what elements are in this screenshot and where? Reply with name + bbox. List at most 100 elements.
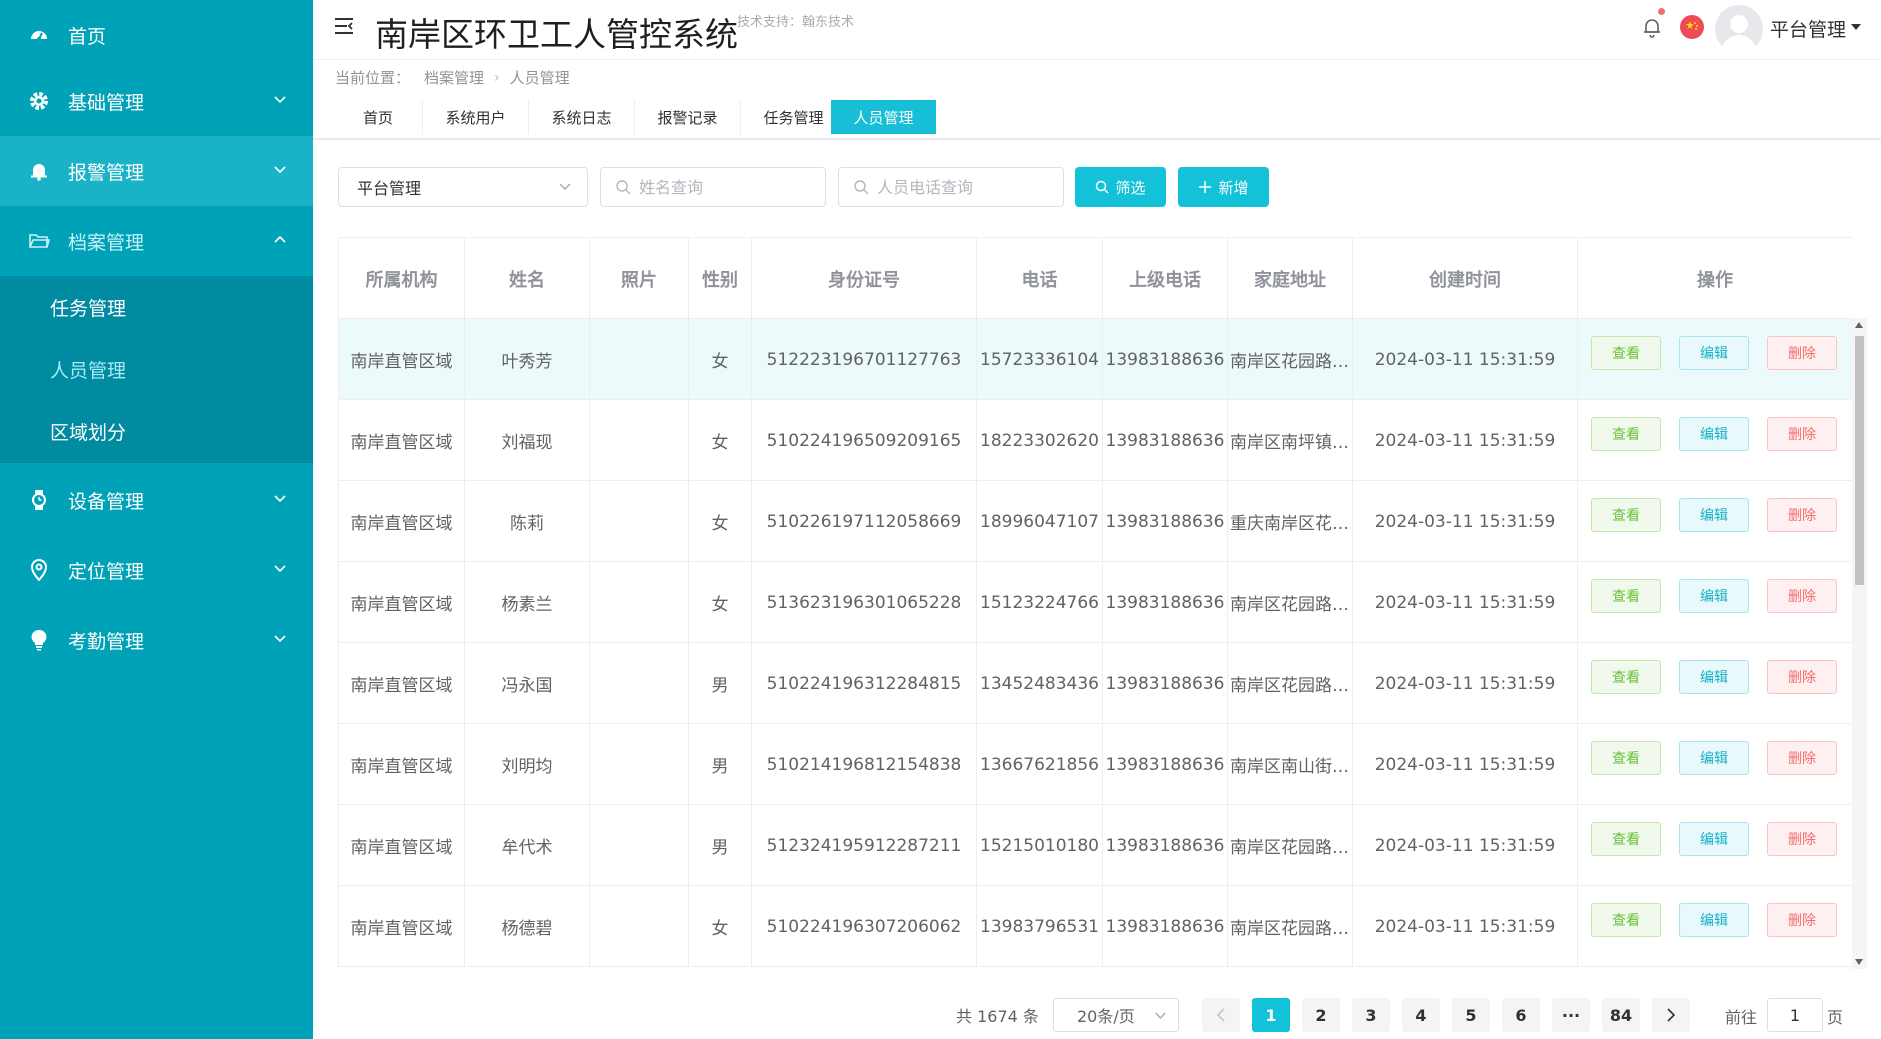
add-button[interactable]: 新增: [1178, 167, 1269, 207]
edit-button[interactable]: 编辑: [1679, 417, 1749, 451]
page-button-4[interactable]: 4: [1402, 998, 1440, 1032]
filter-button[interactable]: 筛选: [1075, 167, 1166, 207]
edit-button[interactable]: 编辑: [1679, 903, 1749, 937]
edit-button[interactable]: 编辑: [1679, 336, 1749, 370]
tab-home[interactable]: 首页: [334, 100, 423, 134]
menu-toggle-icon[interactable]: [333, 16, 355, 36]
cell-created-time: 2024-03-11 15:31:59: [1353, 319, 1578, 400]
sidebar-item-archive[interactable]: 档案管理: [0, 206, 313, 276]
page-button-3[interactable]: 3: [1352, 998, 1390, 1032]
notification-bell-icon[interactable]: [1642, 16, 1662, 38]
scroll-down-arrow-icon[interactable]: [1855, 959, 1863, 965]
delete-button[interactable]: 删除: [1767, 903, 1837, 937]
tab-system-users[interactable]: 系统用户: [423, 100, 529, 134]
delete-button[interactable]: 删除: [1767, 336, 1837, 370]
sidebar-item-device[interactable]: 设备管理: [0, 465, 313, 535]
cell-phone: 15215010180: [977, 805, 1103, 886]
cell-gender: 女: [689, 400, 752, 481]
table-row: 南岸直管区域 刘明均 男 510214196812154838 13667621856 1…: [339, 724, 1852, 805]
org-select[interactable]: 平台管理: [338, 167, 588, 207]
sidebar-item-label: 定位管理: [68, 560, 145, 583]
view-button[interactable]: 查看: [1591, 660, 1661, 694]
prev-page-button[interactable]: [1202, 998, 1240, 1032]
view-button[interactable]: 查看: [1591, 903, 1661, 937]
cell-org: 南岸直管区域: [339, 643, 465, 724]
sidebar-item-label: 基础管理: [68, 91, 145, 114]
cell-supervisor-phone: 13983188636: [1103, 481, 1228, 562]
edit-button[interactable]: 编辑: [1679, 660, 1749, 694]
tab-personnel-management[interactable]: 人员管理: [831, 100, 936, 134]
delete-button[interactable]: 删除: [1767, 417, 1837, 451]
view-button[interactable]: 查看: [1591, 336, 1661, 370]
cell-created-time: 2024-03-11 15:31:59: [1353, 724, 1578, 805]
user-name[interactable]: 平台管理: [1770, 15, 1846, 42]
view-button[interactable]: 查看: [1591, 822, 1661, 856]
page-button-6[interactable]: 6: [1502, 998, 1540, 1032]
table-scrollbar[interactable]: [1852, 318, 1867, 969]
sidebar-item-home[interactable]: 首页: [0, 0, 313, 70]
scroll-thumb[interactable]: [1855, 336, 1864, 585]
edit-button[interactable]: 编辑: [1679, 822, 1749, 856]
name-search-input[interactable]: [639, 177, 819, 197]
cell-address: 重庆南岸区花…: [1228, 481, 1353, 562]
next-page-button[interactable]: [1652, 998, 1690, 1032]
sidebar-subitem-personnel[interactable]: 人员管理: [0, 338, 313, 400]
sidebar-item-location[interactable]: 定位管理: [0, 535, 313, 605]
goto-label: 前往: [1725, 1008, 1758, 1027]
caret-down-icon[interactable]: [1851, 23, 1861, 31]
tab-alarm-records[interactable]: 报警记录: [635, 100, 741, 134]
edit-button[interactable]: 编辑: [1679, 579, 1749, 613]
phone-search-field[interactable]: [838, 167, 1064, 207]
delete-button[interactable]: 删除: [1767, 498, 1837, 532]
bell-icon: [28, 160, 50, 182]
sidebar-subitem-task[interactable]: 任务管理: [0, 276, 313, 338]
page-button-5[interactable]: 5: [1452, 998, 1490, 1032]
avatar[interactable]: [1715, 5, 1763, 53]
cell-photo: [590, 643, 689, 724]
cell-gender: 女: [689, 886, 752, 967]
cell-address: 南岸区花园路…: [1228, 562, 1353, 643]
delete-button[interactable]: 删除: [1767, 579, 1837, 613]
delete-button[interactable]: 删除: [1767, 822, 1837, 856]
edit-button[interactable]: 编辑: [1679, 741, 1749, 775]
sidebar-subitem-region[interactable]: 区域划分: [0, 400, 313, 462]
cell-photo: [590, 724, 689, 805]
cell-phone: 18996047107: [977, 481, 1103, 562]
cell-name: 刘明均: [465, 724, 590, 805]
page-size-select[interactable]: 20条/页: [1053, 998, 1179, 1032]
sidebar-item-basic[interactable]: 基础管理: [0, 66, 313, 136]
page-button-1[interactable]: 1: [1252, 998, 1290, 1032]
delete-button[interactable]: 删除: [1767, 741, 1837, 775]
view-button[interactable]: 查看: [1591, 741, 1661, 775]
cell-actions: 查看 编辑 删除: [1578, 481, 1852, 562]
cell-id-number: 512223196701127763: [752, 319, 977, 400]
cell-id-number: 512324195912287211: [752, 805, 977, 886]
column-header-actions: 操作: [1578, 238, 1852, 319]
view-button[interactable]: 查看: [1591, 498, 1661, 532]
page-button-2[interactable]: 2: [1302, 998, 1340, 1032]
page-ellipsis-button[interactable]: ···: [1552, 998, 1590, 1032]
delete-button[interactable]: 删除: [1767, 660, 1837, 694]
tab-system-logs[interactable]: 系统日志: [529, 100, 635, 134]
page-button-last[interactable]: 84: [1602, 998, 1640, 1032]
sidebar-item-alarm[interactable]: 报警管理: [0, 136, 313, 206]
cell-id-number: 510224196312284815: [752, 643, 977, 724]
search-icon: [1096, 180, 1110, 194]
edit-button[interactable]: 编辑: [1679, 498, 1749, 532]
cell-name: 杨德碧: [465, 886, 590, 967]
sidebar-item-attendance[interactable]: 考勤管理: [0, 605, 313, 675]
sidebar-item-label: 档案管理: [68, 231, 145, 254]
name-search-field[interactable]: [600, 167, 826, 207]
view-button[interactable]: 查看: [1591, 417, 1661, 451]
phone-search-input[interactable]: [877, 177, 1057, 197]
table-row: 南岸直管区域 刘福现 女 510224196509209165 18223302620 1…: [339, 400, 1852, 481]
cell-supervisor-phone: 13983188636: [1103, 886, 1228, 967]
cell-created-time: 2024-03-11 15:31:59: [1353, 805, 1578, 886]
view-button[interactable]: 查看: [1591, 579, 1661, 613]
scroll-up-arrow-icon[interactable]: [1855, 322, 1863, 328]
goto-page-input[interactable]: [1767, 998, 1823, 1032]
sidebar-item-label: 考勤管理: [68, 630, 145, 653]
breadcrumb-item-archive[interactable]: 档案管理: [424, 67, 484, 88]
language-flag-icon[interactable]: [1680, 15, 1704, 39]
cell-phone: 13983796531: [977, 886, 1103, 967]
